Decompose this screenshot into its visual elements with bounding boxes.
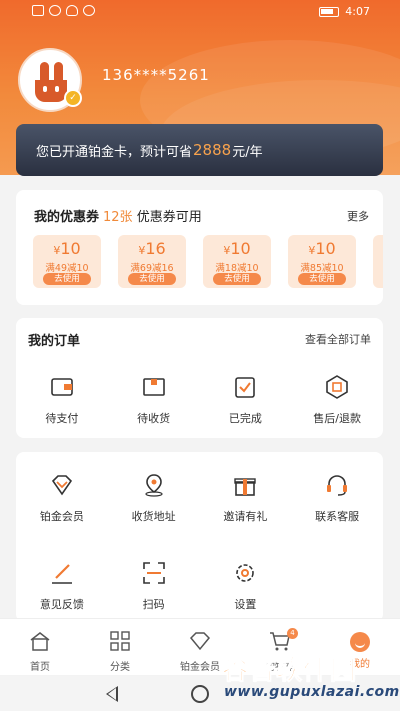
coupons-title: 我的优惠券 [34,210,100,225]
services-row-2: 意见反馈 扫码 设置 [16,560,383,612]
coupon-amount: 10 [315,239,336,258]
coupon-condition: 满49减10 [45,263,89,274]
watermark-title: 谷普软件园 [221,656,358,687]
order-status-row: 待支付 待收货 已完成 售后/退款 [16,374,383,426]
location-icon [145,474,163,497]
order-status-label: 售后/退款 [313,412,361,425]
coupon-use-button[interactable]: 去使用 [128,273,176,285]
gear-icon [236,564,255,582]
coupon-amount: 10 [60,239,81,258]
orders-title: 我的订单 [28,334,81,349]
gift-icon [234,478,257,496]
coupons-header: 我的优惠券 12张 优惠券可用 [34,206,202,225]
headset-icon [327,475,348,496]
tab-home[interactable]: 首页 [0,619,80,675]
cloud-icon [66,5,78,16]
diamond-icon [189,632,211,651]
tab-category[interactable]: 分类 [80,619,160,675]
order-pending-receipt[interactable]: 待收货 [108,374,200,426]
clipboard-check-icon [235,377,256,398]
order-status-label: 待收货 [137,412,171,425]
coupon-condition: 满85减10 [300,263,344,274]
coupon-card[interactable]: ¥16 满69减16 去使用 [118,235,186,288]
coupon-list: ¥10 满49减10 去使用 ¥16 满69减16 去使用 ¥10 满18减10… [33,235,383,288]
coupon-card-partial[interactable] [373,235,383,288]
coupon-use-button[interactable]: 去使用 [43,273,91,285]
coupons-more-link[interactable]: 更多 [347,208,369,224]
view-all-orders-link[interactable]: 查看全部订单 [305,331,371,347]
service-empty [291,560,383,612]
coupons-section: 我的优惠券 12张 优惠券可用 更多 ¥10 满49减10 去使用 ¥16 满69… [16,190,383,305]
home-circle-icon[interactable] [191,685,209,703]
savings-unit: 元/年 [232,144,263,160]
platinum-card-banner[interactable]: 您已开通铂金卡，预计可省 2888 元/年 [16,124,383,176]
sim-icon [32,5,44,16]
coupons-suffix: 优惠券可用 [136,210,202,225]
services-row-1: 铂金会员 收货地址 邀请有礼 联系客服 [16,472,383,524]
shield-icon [83,5,95,16]
diamond-icon [51,475,72,496]
service-label: 铂金会员 [39,510,84,523]
order-completed[interactable]: 已完成 [200,374,292,426]
service-label: 联系客服 [315,510,360,523]
service-label: 扫码 [142,598,165,611]
status-bar: 4:07 [0,0,400,24]
savings-amount: 2888 [193,141,232,159]
feedback-pen-icon [51,564,72,584]
category-grid-icon [110,631,130,651]
service-platinum-member[interactable]: 铂金会员 [16,472,108,524]
refund-icon [326,375,348,399]
coupon-card[interactable]: ¥10 满85减10 去使用 [288,235,356,288]
coupon-amount: 10 [230,239,251,258]
battery-icon [319,6,340,17]
back-icon[interactable] [106,686,118,702]
user-phone[interactable]: 136****5261 [102,66,210,84]
cart-count-badge: 4 [287,628,298,639]
service-feedback[interactable]: 意见反馈 [16,560,108,612]
rabbit-face [35,80,67,102]
service-scan[interactable]: 扫码 [108,560,200,612]
wallet-icon [51,378,73,396]
smiley-icon [350,632,370,652]
services-section: 铂金会员 收货地址 邀请有礼 联系客服 意见反馈 扫码 设置 [16,452,383,622]
service-customer-support[interactable]: 联系客服 [291,472,383,524]
coupon-price: ¥16 [118,239,186,258]
service-label: 意见反馈 [39,598,84,611]
status-time: 4:07 [345,5,370,18]
package-icon [142,378,165,396]
coupon-card[interactable]: ¥10 满49减10 去使用 [33,235,101,288]
home-icon [30,632,50,651]
wifi-icon [49,5,61,16]
coupon-card[interactable]: ¥10 满18减10 去使用 [203,235,271,288]
scan-icon [142,562,165,584]
service-invite[interactable]: 邀请有礼 [200,472,292,524]
watermark-url: www.gupuxlazai.com [224,684,400,700]
tab-label: 首页 [30,662,50,673]
service-settings[interactable]: 设置 [200,560,292,612]
service-label: 设置 [234,598,257,611]
coupon-use-button[interactable]: 去使用 [213,273,261,285]
orders-section: 我的订单 查看全部订单 待支付 待收货 已完成 售后/退款 [16,318,383,438]
order-status-label: 待支付 [45,412,79,425]
order-pending-payment[interactable]: 待支付 [16,374,108,426]
tab-label: 分类 [110,662,130,673]
coupon-use-button[interactable]: 去使用 [298,273,346,285]
order-status-label: 已完成 [228,412,262,425]
coupon-condition: 满69减16 [130,263,174,274]
coupons-count: 12张 [103,210,133,225]
order-after-sales[interactable]: 售后/退款 [291,374,383,426]
service-address[interactable]: 收货地址 [108,472,200,524]
coupon-price: ¥10 [33,239,101,258]
platinum-card-text: 您已开通铂金卡，预计可省 [36,144,193,160]
service-label: 收货地址 [131,510,176,523]
coupon-amount: 16 [145,239,166,258]
service-label: 邀请有礼 [223,510,268,523]
coupon-price: ¥10 [288,239,356,258]
vip-badge-icon: ✓ [64,89,82,107]
coupon-condition: 满18减10 [215,263,259,274]
watermark-logo: 谷普软件园 www.gupuxlazai.com [212,650,400,704]
coupon-price: ¥10 [203,239,271,258]
